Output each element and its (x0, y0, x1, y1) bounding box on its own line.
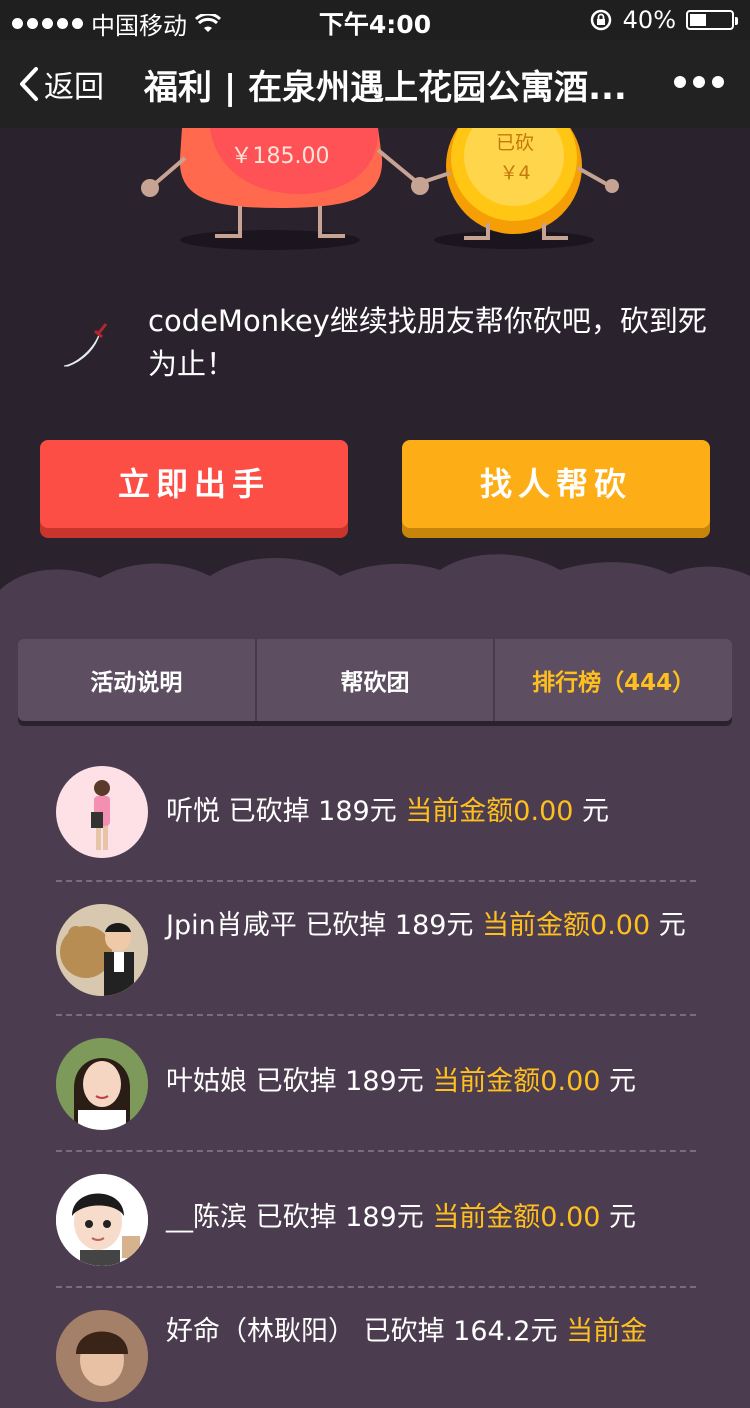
battery-icon (686, 10, 738, 30)
avatar (56, 766, 148, 858)
back-label: 返回 (44, 70, 104, 105)
entry-action: 已砍掉 164.2元 (363, 1316, 558, 1347)
tab-bar: 活动说明 帮砍团 排行榜（444） (18, 639, 732, 721)
back-button[interactable]: 返回 (18, 62, 104, 106)
entry-action: 已砍掉 189元 (255, 1202, 424, 1233)
characters-illustration (141, 128, 619, 250)
entry-action: 已砍掉 189元 (305, 910, 474, 941)
entry-amount: 当前金额0.00 (432, 1202, 601, 1233)
avatar (56, 1038, 148, 1130)
more-button[interactable] (674, 76, 724, 88)
list-item[interactable]: 好命（林耿阳） 已砍掉 164.2元 当前金 (56, 1288, 696, 1408)
avatar (56, 1174, 148, 1266)
status-bar: 中国移动 下午4:00 40% (0, 0, 750, 40)
tab-leaderboard[interactable]: 排行榜（444） (495, 639, 732, 721)
price-label: ￥185.00 (230, 144, 330, 169)
entry-name: 好命（林耿阳） (166, 1316, 355, 1347)
knife-icon (63, 323, 108, 367)
entry-unit: 元 (582, 796, 610, 827)
avatar (56, 1310, 148, 1402)
entry-name: __陈滨 (166, 1202, 247, 1233)
list-item[interactable]: __陈滨 已砍掉 189元 当前金额0.00 元 (56, 1152, 696, 1288)
hero-illustration: ￥185.00 已砍 ￥4 (0, 128, 750, 278)
cut-value: ￥4 (499, 162, 531, 184)
cut-label: 已砍 (495, 132, 534, 154)
buy-now-button[interactable]: 立即出手 (40, 440, 348, 528)
chevron-left-icon (20, 67, 38, 101)
entry-name: 叶姑娘 (166, 1066, 247, 1097)
list-item[interactable]: Jpin肖咸平 已砍掉 189元 当前金额0.00 元 (56, 882, 696, 1016)
entry-name: 听悦 (166, 796, 220, 827)
entry-action: 已砍掉 189元 (228, 796, 397, 827)
leaderboard-list: 听悦 已砍掉 189元 当前金额0.00 元 Jpin肖咸平 已砍掉 189元 … (56, 760, 696, 1408)
entry-amount: 当前金额0.00 (405, 796, 574, 827)
avatar (56, 904, 148, 996)
page-title: 福利 | 在泉州遇上花园公寓酒... (144, 68, 627, 108)
encouragement-message: codeMonkey继续找朋友帮你砍吧，砍到死为止！ (148, 304, 707, 381)
entry-amount: 当前金额0.00 (432, 1066, 601, 1097)
list-item[interactable]: 听悦 已砍掉 189元 当前金额0.00 元 (56, 760, 696, 882)
entry-name: Jpin肖咸平 (166, 910, 297, 941)
entry-unit: 元 (658, 910, 686, 941)
entry-amount: 当前金额0.00 (482, 910, 651, 941)
entry-amount: 当前金 (566, 1316, 648, 1347)
battery-percent: 40% (622, 6, 676, 34)
nav-bar: 返回 福利 | 在泉州遇上花园公寓酒... (0, 40, 750, 128)
tab-help-team[interactable]: 帮砍团 (257, 639, 496, 721)
entry-unit: 元 (609, 1202, 637, 1233)
find-help-button[interactable]: 找人帮砍 (402, 440, 710, 528)
entry-action: 已砍掉 189元 (255, 1066, 424, 1097)
cloud-divider (0, 540, 750, 640)
list-item[interactable]: 叶姑娘 已砍掉 189元 当前金额0.00 元 (56, 1016, 696, 1152)
entry-unit: 元 (609, 1066, 637, 1097)
rotation-lock-icon (590, 9, 611, 31)
battery-group: 40% (589, 6, 738, 34)
tab-activity-info[interactable]: 活动说明 (18, 639, 257, 721)
